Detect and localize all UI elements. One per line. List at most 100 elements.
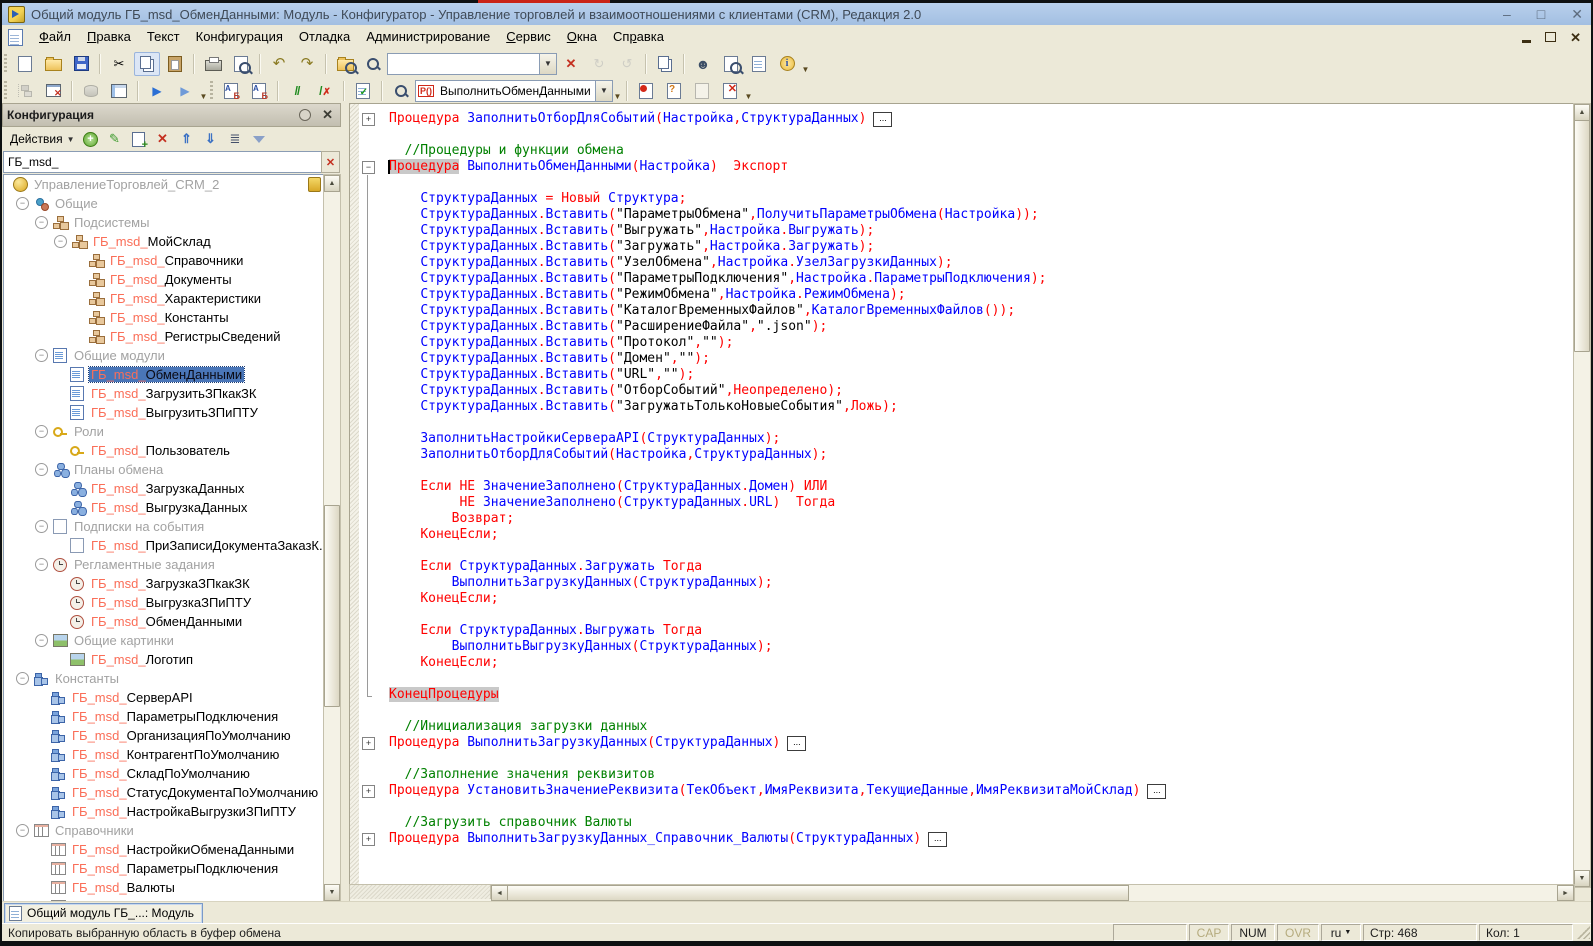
collapsed-body-button[interactable]: ... [873, 112, 892, 127]
paste-button[interactable] [162, 52, 188, 76]
panel-splitter[interactable] [341, 103, 349, 902]
toolbar-grip[interactable] [210, 81, 213, 101]
code-line[interactable]: КонецПроцедуры [359, 687, 1574, 703]
tree-item[interactable]: −Константы [4, 669, 325, 688]
tree-item[interactable]: ГБ_msd_Логотип [4, 650, 325, 669]
code-line[interactable] [359, 607, 1574, 623]
remove-all-breakpoints-button[interactable]: ✕ [717, 79, 743, 103]
tree-item[interactable]: ГБ_msd_НастройкаВыгрузкиЗПиПТУ [4, 802, 325, 821]
collapse-icon[interactable]: − [16, 824, 29, 837]
code-line[interactable]: СтруктураДанных.Вставить("РасширениеФайл… [359, 319, 1574, 335]
collapsed-body-button[interactable]: ... [1147, 784, 1166, 799]
module-editor[interactable]: +Процедура ЗаполнитьОтборДляСобытий(Наст… [349, 103, 1575, 886]
code-line[interactable]: ВыполнитьЗагрузкуДанных(СтруктураДанных)… [359, 575, 1574, 591]
scroll-up-icon[interactable]: ▲ [324, 175, 340, 192]
menu-4[interactable]: Отладка [291, 26, 358, 47]
code-line[interactable]: СтруктураДанных.Вставить("РежимОбмена",Н… [359, 287, 1574, 303]
tree-item[interactable]: ГБ_msd_Справочники [4, 251, 325, 270]
tree-item[interactable]: ГБ_msd_ПараметрыПодключения [4, 707, 325, 726]
tree-item[interactable]: ГБ_msd_Документы [4, 270, 325, 289]
code-area[interactable]: +Процедура ЗаполнитьОтборДляСобытий(Наст… [359, 104, 1574, 885]
menu-8[interactable]: Справка [605, 26, 672, 47]
collapse-icon[interactable]: − [54, 235, 67, 248]
collapse-icon[interactable]: − [35, 349, 48, 362]
code-line[interactable]: НЕ ЗначениеЗаполнено(СтруктураДанных.URL… [359, 495, 1574, 511]
code-line[interactable]: //Процедуры и функции обмена [359, 143, 1574, 159]
toolbar-overflow-chevron-icon[interactable]: ▼ [744, 79, 753, 103]
tree-item[interactable]: ГБ_msd_ВыгрузкаЗПиПТУ [4, 593, 325, 612]
document-icon[interactable] [8, 29, 23, 46]
configuration-properties-button[interactable] [106, 79, 132, 103]
find-in-files-button[interactable] [332, 52, 358, 76]
collapse-icon[interactable]: − [16, 672, 29, 685]
tree-item[interactable]: ГБ_msd_СерверAPI [4, 688, 325, 707]
close-button[interactable]: ✕ [1571, 7, 1583, 21]
scroll-down-icon[interactable]: ▼ [324, 884, 340, 901]
toolbar-overflow-chevron-icon[interactable]: ▼ [199, 79, 208, 103]
code-line[interactable]: СтруктураДанных.Вставить("Выгружать",Нас… [359, 223, 1574, 239]
mdi-restore-icon[interactable] [1545, 32, 1556, 42]
tree-item[interactable]: ГБ_msd_Валюты [4, 878, 325, 897]
tree-item[interactable]: −Роли [4, 422, 325, 441]
resize-grip[interactable] [1577, 926, 1590, 939]
delete-button[interactable]: ✕ [153, 129, 173, 149]
copy-add-button[interactable] [129, 129, 149, 149]
scroll-left-icon[interactable]: ◄ [491, 885, 508, 901]
scroll-up-icon[interactable]: ▲ [1574, 104, 1590, 121]
tree-item-selected[interactable]: ГБ_msd_ОбменДанными [4, 365, 325, 384]
code-line[interactable]: СтруктураДанных.Вставить("КаталогВременн… [359, 303, 1574, 319]
collapsed-body-button[interactable]: ... [928, 832, 947, 847]
check-module-button[interactable]: ✓ [350, 79, 376, 103]
code-line[interactable]: СтруктураДанных = Новый Структура; [359, 191, 1574, 207]
maximize-button[interactable]: □ [1537, 7, 1545, 21]
procedure-combobox[interactable]: Р()ВыполнитьОбменДанными▼ [415, 80, 613, 102]
clear-filter-button[interactable]: ✕ [321, 151, 340, 173]
info-button[interactable]: i [774, 52, 800, 76]
code-line[interactable]: −Процедура ВыполнитьОбменДанными(Настрой… [359, 159, 1574, 175]
code-line[interactable]: КонецЕсли; [359, 527, 1574, 543]
new-document-button[interactable] [12, 52, 38, 76]
window-list-button[interactable] [652, 52, 678, 76]
scroll-down-icon[interactable]: ▼ [1574, 870, 1590, 887]
expand-fold-icon[interactable]: + [362, 737, 375, 750]
tree-item[interactable]: УправлениеТорговлей_CRM_2 [4, 175, 325, 194]
code-line[interactable]: ВыполнитьВыгрузкуДанных(СтруктураДанных)… [359, 639, 1574, 655]
tree-item[interactable]: ГБ_msd_ВыгрузкаДанных [4, 498, 325, 517]
code-line[interactable] [359, 671, 1574, 687]
search-next-button[interactable]: ↻ [586, 52, 612, 76]
tree-item[interactable]: −Справочники [4, 821, 325, 840]
tree-item[interactable]: ГБ_msd_ЗагрузкаДанных [4, 479, 325, 498]
tree-item[interactable]: ГБ_msd_ОбменДанными [4, 612, 325, 631]
code-line[interactable] [359, 127, 1574, 143]
find-in-syntax-help-button[interactable] [718, 52, 744, 76]
code-line[interactable] [359, 703, 1574, 719]
tree-item[interactable]: −Общие [4, 194, 325, 213]
syntax-check-doc-button[interactable] [746, 52, 772, 76]
print-preview-button[interactable] [228, 52, 254, 76]
tree-item[interactable]: −Общие картинки [4, 631, 325, 650]
pin-icon[interactable] [299, 109, 311, 121]
edit-button[interactable]: ✎ [105, 129, 125, 149]
menu-2[interactable]: Текст [139, 26, 188, 47]
tree-item[interactable]: −ГБ_msd_МойСклад [4, 232, 325, 251]
code-line[interactable]: СтруктураДанных.Вставить("ОтборСобытий",… [359, 383, 1574, 399]
tree-item[interactable]: −Подсистемы [4, 213, 325, 232]
move-down-button[interactable]: ⇓ [201, 129, 221, 149]
copy-button[interactable] [134, 52, 160, 76]
code-line[interactable]: Если СтруктураДанных.Выгружать Тогда [359, 623, 1574, 639]
search-prev-button[interactable]: ↺ [614, 52, 640, 76]
filter-input[interactable]: ГБ_msd_ [3, 151, 323, 173]
code-line[interactable]: //Загрузить справочник Валюты [359, 815, 1574, 831]
tree-item[interactable]: ГБ_msd_ПараметрыПодключения [4, 859, 325, 878]
tree-item[interactable]: ГБ_msd_НастройкиОбменаДанными [4, 840, 325, 859]
continue-debugging-button[interactable]: ▶ [172, 79, 198, 103]
print-button[interactable] [200, 52, 226, 76]
toolbar-grip[interactable] [4, 81, 7, 101]
configuration-window-button[interactable] [40, 79, 66, 103]
search-combobox[interactable]: ▼ [387, 53, 557, 75]
menu-1[interactable]: Правка [79, 26, 139, 47]
menu-0[interactable]: Файл [31, 26, 79, 47]
chevron-down-icon[interactable]: ▼ [595, 81, 612, 101]
expand-fold-icon[interactable]: + [362, 785, 375, 798]
toolbar-overflow-chevron-icon[interactable]: ▼ [613, 79, 622, 103]
